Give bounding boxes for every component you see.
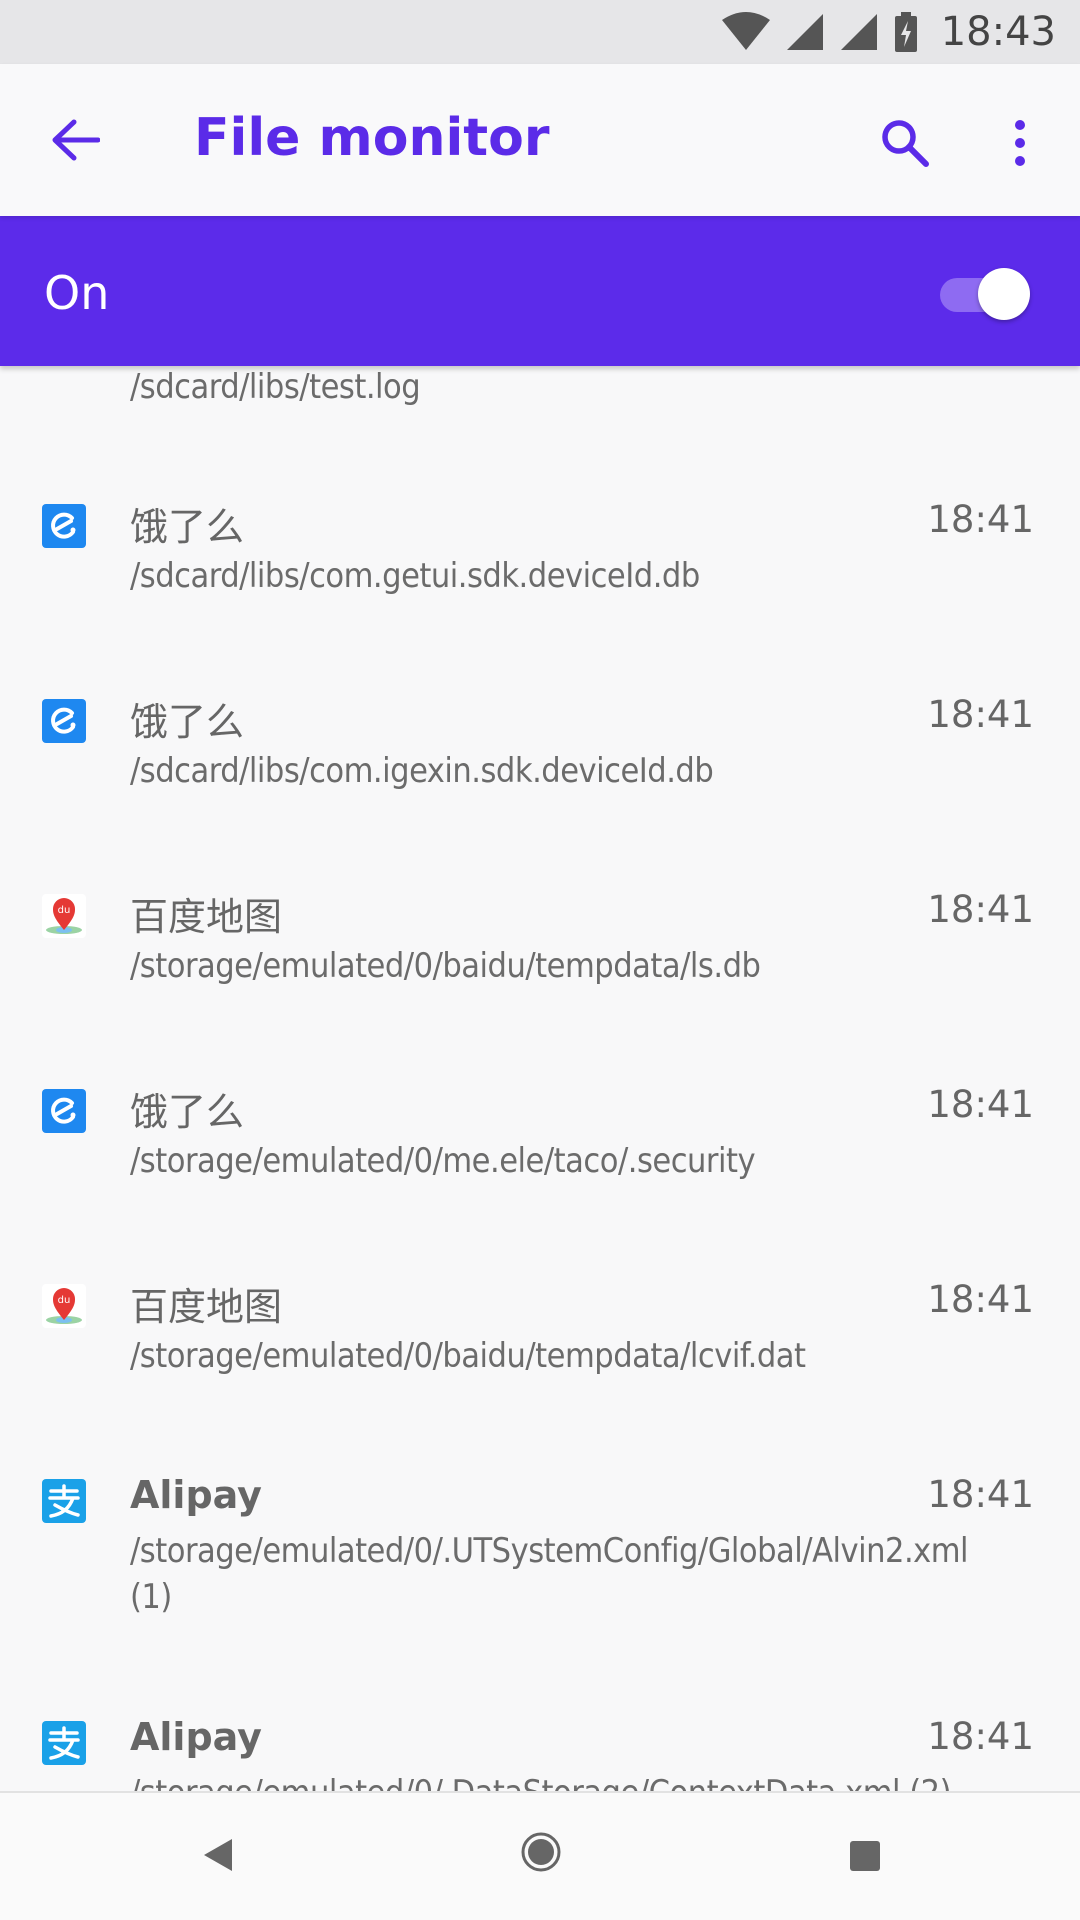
file-event-list[interactable]: /sdcard/libs/test.log 饿了么 18:41 /sdcard/… <box>0 366 1080 1791</box>
file-path: /storage/emulated/0/.UTSystemConfig/Glob… <box>130 1531 969 1617</box>
event-time: 18:41 <box>927 1473 1034 1516</box>
file-path: /storage/emulated/0/baidu/tempdata/lcvif… <box>130 1336 806 1376</box>
app-name: 饿了么 <box>130 700 245 744</box>
event-time: 18:41 <box>927 888 1034 931</box>
cell-signal-icon <box>786 14 823 50</box>
status-bar: 18:43 <box>0 0 1080 64</box>
back-button[interactable] <box>40 110 110 170</box>
app-bar: File monitor <box>0 64 1080 216</box>
nav-home-icon[interactable] <box>520 1831 562 1873</box>
monitor-toggle-bar[interactable]: On <box>0 216 1080 366</box>
file-path: /storage/emulated/0/.DataStorage/Context… <box>130 1770 1010 1791</box>
svg-text:du: du <box>58 905 71 916</box>
list-item-partial[interactable]: /sdcard/libs/test.log <box>0 366 1080 446</box>
nav-back-icon[interactable] <box>200 1837 234 1873</box>
page-title: File monitor <box>194 108 550 168</box>
cell-signal-2-icon <box>840 14 877 50</box>
event-time: 18:41 <box>927 498 1034 541</box>
app-name: Alipay <box>130 1473 262 1517</box>
status-time: 18:43 <box>940 9 1056 55</box>
svg-text:du: du <box>58 1295 71 1306</box>
app-name: Alipay <box>130 1715 262 1759</box>
status-icons: 18:43 <box>721 0 1056 64</box>
eleme-app-icon <box>42 699 86 743</box>
more-options-button[interactable] <box>990 108 1050 178</box>
baidu-maps-app-icon: du <box>42 894 86 938</box>
screen: 18:43 File monitor On /sdcard/libs/test.… <box>0 0 1080 1920</box>
battery-charging-icon <box>894 12 917 52</box>
list-item[interactable]: Alipay 18:41 /storage/emulated/0/.DataSt… <box>0 1713 1080 1791</box>
search-icon <box>882 120 929 167</box>
navigation-bar <box>0 1791 1080 1920</box>
monitor-switch[interactable] <box>940 268 1030 320</box>
list-item[interactable]: 饿了么 18:41 /sdcard/libs/com.getui.sdk.dev… <box>0 496 1080 676</box>
file-path: /sdcard/libs/com.getui.sdk.deviceId.db <box>130 556 700 596</box>
switch-thumb <box>978 268 1030 320</box>
list-item[interactable]: Alipay 18:41 /storage/emulated/0/.UTSyst… <box>0 1471 1080 1696</box>
baidu-maps-app-icon: du <box>42 1284 86 1328</box>
event-time: 18:41 <box>927 693 1034 736</box>
list-item[interactable]: 饿了么 18:41 /sdcard/libs/com.igexin.sdk.de… <box>0 691 1080 871</box>
file-path: /sdcard/libs/test.log <box>130 367 421 407</box>
eleme-app-icon <box>42 1089 86 1133</box>
toggle-label: On <box>44 266 110 320</box>
event-time: 18:41 <box>927 1083 1034 1126</box>
file-path: /sdcard/libs/com.igexin.sdk.deviceId.db <box>130 751 714 791</box>
list-item[interactable]: du 百度地图 18:41 /storage/emulated/0/baidu/… <box>0 1276 1080 1456</box>
app-name: 饿了么 <box>130 1090 245 1134</box>
app-name: 百度地图 <box>130 895 283 939</box>
event-time: 18:41 <box>927 1278 1034 1321</box>
app-name: 饿了么 <box>130 505 245 549</box>
arrow-back-icon <box>52 119 100 161</box>
file-path: /storage/emulated/0/me.ele/taco/.securit… <box>130 1141 756 1181</box>
alipay-app-icon <box>42 1479 86 1523</box>
list-item[interactable]: 饿了么 18:41 /storage/emulated/0/me.ele/tac… <box>0 1081 1080 1261</box>
event-time: 18:41 <box>927 1715 1034 1758</box>
alipay-app-icon <box>42 1721 86 1765</box>
eleme-app-icon <box>42 504 86 548</box>
search-button[interactable] <box>870 108 940 178</box>
nav-recents-icon[interactable] <box>850 1841 880 1871</box>
app-name: 百度地图 <box>130 1285 283 1329</box>
file-path: /storage/emulated/0/baidu/tempdata/ls.db <box>130 946 761 986</box>
wifi-icon <box>721 12 770 50</box>
more-vert-icon <box>1015 120 1025 166</box>
list-item[interactable]: du 百度地图 18:41 /storage/emulated/0/baidu/… <box>0 886 1080 1066</box>
